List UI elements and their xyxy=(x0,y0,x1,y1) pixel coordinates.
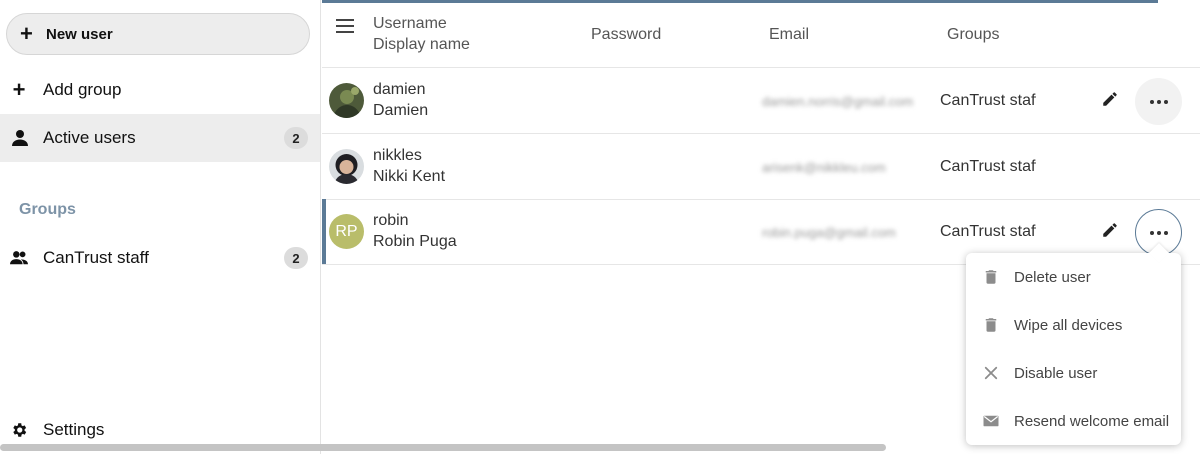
edit-icon[interactable] xyxy=(1101,221,1121,241)
column-header-display-name: Display name xyxy=(373,36,470,53)
user-actions-menu: Delete user Wipe all devices Disable use… xyxy=(966,253,1181,445)
username: nikkles xyxy=(373,147,422,164)
more-actions-button[interactable] xyxy=(1135,78,1182,125)
avatar xyxy=(329,149,364,184)
groups-cell[interactable]: CanTrust staff xyxy=(940,92,1036,110)
group-icon xyxy=(10,249,28,267)
gear-icon xyxy=(10,421,28,439)
sidebar: + New user + Add group Active users 2 Gr… xyxy=(0,0,321,454)
display-name: Nikki Kent xyxy=(373,168,446,185)
menu-item-disable-user[interactable]: Disable user xyxy=(966,349,1181,397)
table-row[interactable]: damien Damien damien.norris@gmail.com Ca… xyxy=(322,68,1200,134)
display-name: Damien xyxy=(373,102,429,119)
column-header-email: Email xyxy=(769,26,810,43)
mail-icon xyxy=(982,412,1000,430)
close-icon xyxy=(982,364,1000,382)
menu-item-wipe-all-devices[interactable]: Wipe all devices xyxy=(966,301,1181,349)
group-count-badge: 2 xyxy=(284,247,308,269)
trash-icon xyxy=(982,268,1000,286)
menu-item-label: Disable user xyxy=(1014,365,1098,382)
add-group-button[interactable]: + Add group xyxy=(0,66,320,114)
trash-icon xyxy=(982,316,1000,334)
active-users-count-badge: 2 xyxy=(284,127,308,149)
username: robin xyxy=(373,212,409,229)
settings-label: Settings xyxy=(43,420,105,439)
table-row[interactable]: nikkles Nikki Kent arisenk@nikkleu.com C… xyxy=(322,134,1200,200)
groups-caption: Groups xyxy=(19,201,76,218)
group-label: CanTrust staff xyxy=(43,248,149,267)
menu-item-label: Resend welcome email xyxy=(1014,413,1170,430)
new-user-button[interactable]: + New user xyxy=(6,13,310,55)
new-user-label: New user xyxy=(46,25,113,43)
column-header-password: Password xyxy=(591,26,662,43)
menu-item-label: Delete user xyxy=(1014,269,1091,286)
plus-icon: + xyxy=(12,77,26,102)
groups-cell[interactable]: CanTrust staff xyxy=(940,223,1036,241)
user-management-app: + New user + Add group Active users 2 Gr… xyxy=(0,0,1200,454)
email-address: damien.norris@gmail.com xyxy=(762,94,914,109)
menu-icon[interactable] xyxy=(336,19,354,33)
add-group-label: Add group xyxy=(43,80,122,99)
column-header-username: Username xyxy=(373,15,447,32)
groups-cell[interactable]: CanTrust staff xyxy=(940,158,1036,176)
list-header: Username Display name Password Email Gro… xyxy=(322,0,1200,68)
sidebar-item-cantrust-staff[interactable]: CanTrust staff 2 xyxy=(0,234,320,282)
username: damien xyxy=(373,81,426,98)
plus-icon: + xyxy=(20,21,33,46)
display-name: Robin Puga xyxy=(373,233,457,250)
horizontal-scrollbar[interactable] xyxy=(0,444,886,451)
column-header-groups: Groups xyxy=(947,26,1000,43)
active-users-label: Active users xyxy=(43,128,136,147)
menu-item-resend-welcome-email[interactable]: Resend welcome email xyxy=(966,397,1181,445)
email-address: arisenk@nikkleu.com xyxy=(762,160,886,175)
sidebar-item-active-users[interactable]: Active users 2 xyxy=(0,114,320,162)
avatar xyxy=(329,83,364,118)
edit-icon[interactable] xyxy=(1101,90,1121,110)
user-icon xyxy=(10,129,28,147)
menu-item-delete-user[interactable]: Delete user xyxy=(966,253,1181,301)
email-address: robin.puga@gmail.com xyxy=(762,225,896,240)
menu-item-label: Wipe all devices xyxy=(1014,317,1123,334)
more-icon xyxy=(1149,99,1168,104)
more-icon xyxy=(1149,230,1168,235)
avatar: RP xyxy=(329,214,364,249)
